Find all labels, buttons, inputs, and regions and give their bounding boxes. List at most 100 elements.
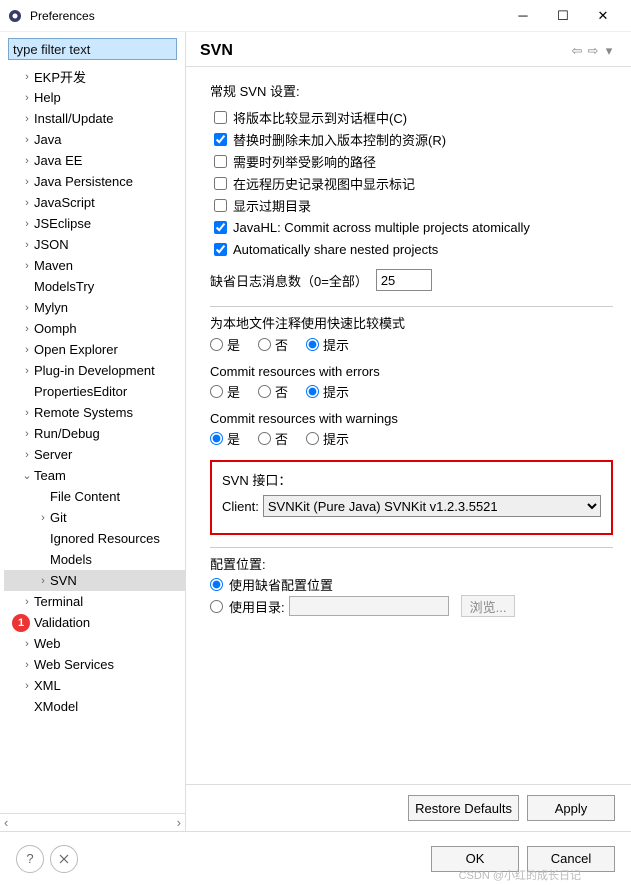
g3-yes[interactable] — [210, 432, 223, 445]
browse-button: 浏览... — [461, 595, 516, 617]
tree-item-label: Web — [34, 636, 61, 651]
tree-twisty-icon[interactable]: › — [20, 176, 34, 188]
tree-item[interactable]: ›Plug-in Development — [4, 360, 185, 381]
tree-item[interactable]: ›Run/Debug — [4, 423, 185, 444]
g2-no[interactable] — [258, 385, 271, 398]
tree-twisty-icon[interactable]: › — [36, 512, 50, 524]
tree-twisty-icon[interactable]: › — [20, 638, 34, 650]
tree-item[interactable]: ›Web — [4, 633, 185, 654]
chk-list-affected[interactable] — [214, 155, 227, 168]
tree-twisty-icon[interactable]: › — [20, 449, 34, 461]
tree-item[interactable]: ›Remote Systems — [4, 402, 185, 423]
tree-item[interactable]: Validation — [4, 612, 185, 633]
chk-delete-unversioned[interactable] — [214, 133, 227, 146]
tree-item[interactable]: ›JSEclipse — [4, 213, 185, 234]
tree-scrollbar[interactable]: ‹› — [0, 813, 185, 831]
tree-twisty-icon[interactable]: › — [20, 659, 34, 671]
minimize-button[interactable]: ─ — [503, 0, 543, 32]
tree-twisty-icon[interactable]: › — [36, 575, 50, 587]
tree-twisty-icon[interactable]: › — [20, 365, 34, 377]
tree-item[interactable]: ›Terminal — [4, 591, 185, 612]
tree-twisty-icon[interactable]: › — [20, 134, 34, 146]
tree-item[interactable]: ›EKP开发 — [4, 66, 185, 87]
chk-share-nested[interactable] — [214, 243, 227, 256]
filter-input[interactable] — [8, 38, 177, 60]
tree-item[interactable]: ›Install/Update — [4, 108, 185, 129]
help-button[interactable]: ? — [16, 845, 44, 873]
tree-item[interactable]: ›Java EE — [4, 150, 185, 171]
tree-item-label: ModelsTry — [34, 279, 94, 294]
g1-yes[interactable] — [210, 338, 223, 351]
tree-twisty-icon[interactable]: › — [20, 260, 34, 272]
tree-item[interactable]: ›SVN — [4, 570, 185, 591]
svn-interface-label: SVN 接口： — [222, 470, 601, 489]
cfg-dir[interactable] — [210, 600, 223, 613]
tree-item[interactable]: ModelsTry — [4, 276, 185, 297]
tree-item[interactable]: ›XML — [4, 675, 185, 696]
tree-twisty-icon[interactable]: › — [20, 680, 34, 692]
tree-item-label: Help — [34, 90, 61, 105]
tree-item[interactable]: ›Java — [4, 129, 185, 150]
g3-no[interactable] — [258, 432, 271, 445]
tree-item[interactable]: ⌄Team — [4, 465, 185, 486]
tree-item-label: Open Explorer — [34, 342, 118, 357]
menu-icon[interactable]: ▾ — [601, 43, 617, 59]
tree-twisty-icon[interactable]: › — [20, 113, 34, 125]
tree-item[interactable]: ›Maven — [4, 255, 185, 276]
chk-show-outdated[interactable] — [214, 199, 227, 212]
tree-item[interactable]: ›Help — [4, 87, 185, 108]
g2-prompt[interactable] — [306, 385, 319, 398]
tree-item[interactable]: ›Mylyn — [4, 297, 185, 318]
g3-prompt[interactable] — [306, 432, 319, 445]
tree-item[interactable]: ›Oomph — [4, 318, 185, 339]
forward-icon[interactable]: ⇨ — [585, 43, 601, 59]
close-button[interactable]: ✕ — [583, 0, 623, 32]
tree-item[interactable]: ›Git — [4, 507, 185, 528]
back-icon[interactable]: ⇦ — [569, 43, 585, 59]
restore-defaults-button[interactable]: Restore Defaults — [408, 795, 519, 821]
tree-item-label: SVN — [50, 573, 77, 588]
tree-item[interactable]: Models — [4, 549, 185, 570]
g1-prompt[interactable] — [306, 338, 319, 351]
tree-item[interactable]: ›Web Services — [4, 654, 185, 675]
chk-javahl-atomic[interactable] — [214, 221, 227, 234]
tree-item[interactable]: ›JSON — [4, 234, 185, 255]
tree-item-label: Web Services — [34, 657, 114, 672]
tree-twisty-icon[interactable]: › — [20, 596, 34, 608]
tree-item-label: Java EE — [34, 153, 82, 168]
tree-twisty-icon[interactable]: › — [20, 197, 34, 209]
tree-twisty-icon[interactable]: › — [20, 92, 34, 104]
client-label: Client: — [222, 499, 259, 514]
apply-button[interactable]: Apply — [527, 795, 615, 821]
client-select[interactable]: SVNKit (Pure Java) SVNKit v1.2.3.5521 — [263, 495, 601, 517]
tree-twisty-icon[interactable]: › — [20, 428, 34, 440]
tree-twisty-icon[interactable]: ⌄ — [20, 469, 34, 482]
tree-item[interactable]: PropertiesEditor — [4, 381, 185, 402]
tree-twisty-icon[interactable]: › — [20, 407, 34, 419]
tree-item[interactable]: File Content — [4, 486, 185, 507]
tree-twisty-icon[interactable]: › — [20, 239, 34, 251]
tree-item[interactable]: ›Java Persistence — [4, 171, 185, 192]
tree-twisty-icon[interactable]: › — [20, 323, 34, 335]
general-label: 常规 SVN 设置: — [210, 81, 613, 100]
cfg-default[interactable] — [210, 578, 223, 591]
tree-twisty-icon[interactable]: › — [20, 302, 34, 314]
preferences-tree[interactable]: ›EKP开发›Help›Install/Update›Java›Java EE›… — [0, 66, 185, 813]
log-count-input[interactable] — [376, 269, 432, 291]
g2-yes[interactable] — [210, 385, 223, 398]
import-export-button[interactable] — [50, 845, 78, 873]
log-count-label: 缺省日志消息数（0=全部） — [210, 271, 368, 290]
tree-twisty-icon[interactable]: › — [20, 344, 34, 356]
tree-item[interactable]: XModel — [4, 696, 185, 717]
tree-item[interactable]: Ignored Resources — [4, 528, 185, 549]
tree-twisty-icon[interactable]: › — [20, 155, 34, 167]
tree-item[interactable]: ›Open Explorer — [4, 339, 185, 360]
chk-show-tags[interactable] — [214, 177, 227, 190]
tree-twisty-icon[interactable]: › — [20, 218, 34, 230]
tree-item[interactable]: ›Server — [4, 444, 185, 465]
g1-no[interactable] — [258, 338, 271, 351]
chk-compare-dialog[interactable] — [214, 111, 227, 124]
maximize-button[interactable]: ☐ — [543, 0, 583, 32]
tree-twisty-icon[interactable]: › — [20, 71, 34, 83]
tree-item[interactable]: ›JavaScript — [4, 192, 185, 213]
